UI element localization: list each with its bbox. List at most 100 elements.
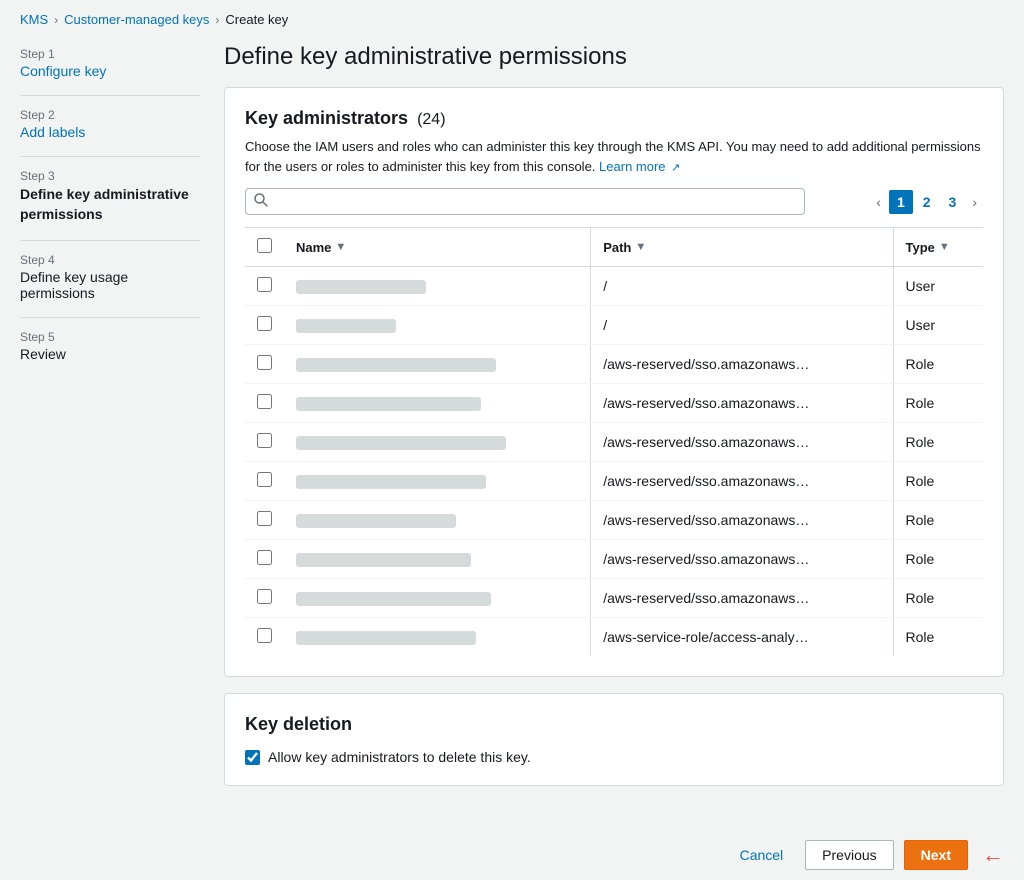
select-all-checkbox[interactable] — [257, 238, 272, 253]
row-checkbox-cell[interactable] — [245, 462, 284, 501]
row-name-cell — [284, 384, 591, 423]
table-row: /User — [245, 306, 983, 345]
pagination-prev-btn[interactable]: ‹ — [870, 190, 887, 214]
pagination-page-1[interactable]: 1 — [889, 190, 913, 214]
sidebar-step-5-label: Step 5 — [20, 330, 200, 344]
administrators-table: Name ▼ Path ▼ — [245, 228, 983, 656]
key-administrators-card: Key administrators (24) Choose the IAM u… — [224, 87, 1004, 677]
previous-button[interactable]: Previous — [805, 840, 893, 870]
sidebar-step-3-text: Define key administrative permissions — [20, 185, 200, 224]
redacted-name — [296, 436, 506, 450]
row-path-cell: /aws-reserved/sso.amazonaws… — [591, 384, 893, 423]
next-button[interactable]: Next — [904, 840, 968, 870]
row-name-cell — [284, 540, 591, 579]
sidebar-divider-2 — [20, 156, 200, 157]
redacted-name — [296, 514, 456, 528]
footer-actions: Cancel Previous Next ← — [0, 830, 1024, 880]
breadcrumb-cmk-link[interactable]: Customer-managed keys — [64, 12, 209, 27]
sidebar-configure-key-link[interactable]: Configure key — [20, 63, 200, 79]
sidebar-divider-3 — [20, 240, 200, 241]
pagination: ‹ 1 2 3 › — [870, 190, 983, 214]
row-checkbox[interactable] — [257, 316, 272, 331]
row-checkbox[interactable] — [257, 511, 272, 526]
th-name: Name ▼ — [284, 228, 591, 267]
deletion-checkbox-row: Allow key administrators to delete this … — [245, 749, 983, 765]
sidebar-step-2-label: Step 2 — [20, 108, 200, 122]
row-type-cell: Role — [893, 618, 983, 657]
key-administrators-description: Choose the IAM users and roles who can a… — [245, 137, 983, 176]
row-path-cell: /aws-reserved/sso.amazonaws… — [591, 345, 893, 384]
table-wrapper: Name ▼ Path ▼ — [245, 227, 983, 656]
th-path: Path ▼ — [591, 228, 893, 267]
table-row: /aws-service-role/access-analy…Role — [245, 618, 983, 657]
page-title: Define key administrative permissions — [224, 43, 1004, 71]
sidebar-step-2: Step 2 Add labels — [20, 108, 200, 140]
row-type-cell: Role — [893, 501, 983, 540]
redacted-name — [296, 397, 481, 411]
search-input[interactable] — [274, 194, 796, 210]
row-checkbox[interactable] — [257, 628, 272, 643]
main-layout: Step 1 Configure key Step 2 Add labels S… — [0, 39, 1024, 830]
row-checkbox[interactable] — [257, 433, 272, 448]
cancel-button[interactable]: Cancel — [728, 841, 796, 869]
row-checkbox-cell[interactable] — [245, 345, 284, 384]
table-row: /aws-reserved/sso.amazonaws…Role — [245, 384, 983, 423]
sidebar-step-1: Step 1 Configure key — [20, 47, 200, 79]
pagination-page-3[interactable]: 3 — [941, 190, 965, 214]
row-path-cell: /aws-reserved/sso.amazonaws… — [591, 501, 893, 540]
table-row: /aws-reserved/sso.amazonaws…Role — [245, 540, 983, 579]
row-checkbox-cell[interactable] — [245, 384, 284, 423]
type-sort-icon[interactable]: ▼ — [939, 241, 950, 253]
row-type-cell: Role — [893, 423, 983, 462]
table-header-row: Name ▼ Path ▼ — [245, 228, 983, 267]
breadcrumb-separator-1: › — [54, 13, 58, 27]
redacted-name — [296, 592, 491, 606]
row-type-cell: User — [893, 306, 983, 345]
row-type-cell: Role — [893, 345, 983, 384]
sidebar-step-1-label: Step 1 — [20, 47, 200, 61]
row-name-cell — [284, 267, 591, 306]
table-row: /aws-reserved/sso.amazonaws…Role — [245, 345, 983, 384]
row-checkbox[interactable] — [257, 589, 272, 604]
table-row: /User — [245, 267, 983, 306]
sidebar-step-4-label: Step 4 — [20, 253, 200, 267]
row-type-cell: Role — [893, 540, 983, 579]
row-checkbox-cell[interactable] — [245, 540, 284, 579]
key-deletion-title: Key deletion — [245, 714, 983, 735]
row-checkbox[interactable] — [257, 550, 272, 565]
row-type-cell: Role — [893, 579, 983, 618]
pagination-next-btn[interactable]: › — [966, 190, 983, 214]
row-checkbox-cell[interactable] — [245, 423, 284, 462]
row-checkbox[interactable] — [257, 394, 272, 409]
row-path-cell: /aws-reserved/sso.amazonaws… — [591, 423, 893, 462]
sidebar-divider-4 — [20, 317, 200, 318]
row-checkbox-cell[interactable] — [245, 618, 284, 657]
row-name-cell — [284, 345, 591, 384]
row-path-cell: / — [591, 267, 893, 306]
redacted-name — [296, 553, 471, 567]
path-sort-icon[interactable]: ▼ — [635, 241, 646, 253]
pagination-page-2[interactable]: 2 — [915, 190, 939, 214]
search-pagination-row: ‹ 1 2 3 › — [245, 188, 983, 227]
key-administrators-card-inner: Key administrators (24) Choose the IAM u… — [225, 88, 1003, 676]
breadcrumb-kms-link[interactable]: KMS — [20, 12, 48, 27]
search-bar[interactable] — [245, 188, 805, 215]
learn-more-link[interactable]: Learn more ↗ — [599, 159, 680, 174]
row-checkbox-cell[interactable] — [245, 579, 284, 618]
row-checkbox-cell[interactable] — [245, 306, 284, 345]
allow-deletion-label: Allow key administrators to delete this … — [268, 749, 531, 765]
row-checkbox-cell[interactable] — [245, 267, 284, 306]
row-checkbox[interactable] — [257, 355, 272, 370]
search-icon — [254, 193, 268, 210]
name-sort-icon[interactable]: ▼ — [335, 241, 346, 253]
row-checkbox-cell[interactable] — [245, 501, 284, 540]
allow-deletion-checkbox[interactable] — [245, 750, 260, 765]
row-path-cell: /aws-service-role/access-analy… — [591, 618, 893, 657]
row-path-cell: / — [591, 306, 893, 345]
row-checkbox[interactable] — [257, 472, 272, 487]
table-row: /aws-reserved/sso.amazonaws…Role — [245, 501, 983, 540]
row-checkbox[interactable] — [257, 277, 272, 292]
sidebar-add-labels-link[interactable]: Add labels — [20, 124, 200, 140]
th-select-all[interactable] — [245, 228, 284, 267]
table-row: /aws-reserved/sso.amazonaws…Role — [245, 462, 983, 501]
